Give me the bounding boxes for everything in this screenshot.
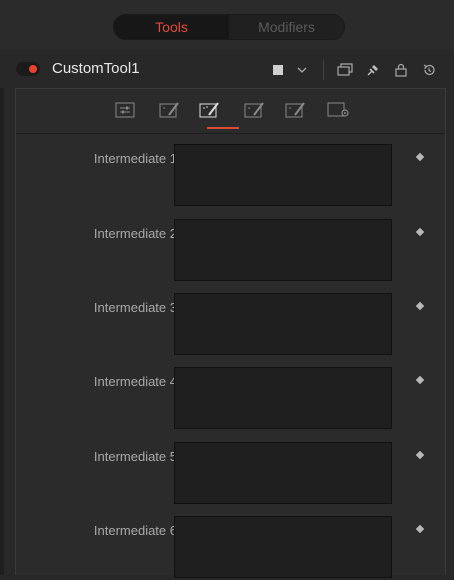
header-icons	[261, 60, 440, 80]
panel-tabs	[16, 89, 445, 134]
tool-enable-toggle[interactable]	[16, 62, 40, 76]
color-swatch-icon[interactable]	[267, 60, 289, 80]
intermediate-tab-1[interactable]	[157, 99, 183, 121]
intermediate-1-input[interactable]	[174, 144, 392, 206]
intermediate-5-input[interactable]	[174, 442, 392, 504]
field-label: Intermediate 4	[93, 374, 177, 389]
keyframe-diamond-icon[interactable]	[415, 152, 425, 162]
field-row: Intermediate 6	[16, 516, 445, 580]
intermediate-tab-2[interactable]	[197, 99, 223, 121]
field-row: Intermediate 2	[16, 219, 445, 283]
field-row: Intermediate 4	[16, 367, 445, 431]
left-edge	[0, 88, 4, 575]
lock-icon[interactable]	[390, 60, 412, 80]
controls-tab[interactable]	[112, 99, 138, 121]
intermediate-3-input[interactable]	[174, 293, 392, 355]
top-bar: Tools Modifiers	[0, 0, 454, 50]
copy-window-icon[interactable]	[334, 60, 356, 80]
keyframe-diamond-icon[interactable]	[415, 375, 425, 385]
intermediate-4-input[interactable]	[174, 367, 392, 429]
chevron-down-icon[interactable]	[291, 60, 313, 80]
intermediate-2-input[interactable]	[174, 219, 392, 281]
field-label: Intermediate 5	[93, 449, 177, 464]
field-label: Intermediate 3	[93, 300, 177, 315]
tool-name: CustomTool1	[52, 60, 140, 77]
field-row: Intermediate 5	[16, 442, 445, 506]
field-label: Intermediate 2	[93, 226, 177, 241]
inspector-panel: Intermediate 1 Intermediate 2 Intermedia…	[15, 88, 446, 578]
tool-header: CustomTool1	[0, 50, 454, 88]
tools-tab[interactable]: Tools	[114, 15, 229, 39]
field-row: Intermediate 3	[16, 293, 445, 357]
keyframe-diamond-icon[interactable]	[415, 450, 425, 460]
intermediate-6-input[interactable]	[174, 516, 392, 578]
active-tab-indicator	[207, 127, 239, 129]
keyframe-diamond-icon[interactable]	[415, 524, 425, 534]
intermediate-tab-3[interactable]	[242, 99, 268, 121]
field-label: Intermediate 1	[93, 151, 177, 166]
reset-icon[interactable]	[418, 60, 440, 80]
tools-modifiers-switch: Tools Modifiers	[113, 14, 345, 40]
field-label: Intermediate 6	[93, 523, 177, 538]
intermediate-tab-4[interactable]	[283, 99, 309, 121]
header-separator	[323, 60, 324, 80]
modifiers-tab[interactable]: Modifiers	[229, 15, 344, 39]
field-row: Intermediate 1	[16, 144, 445, 208]
pin-icon[interactable]	[362, 60, 384, 80]
keyframe-diamond-icon[interactable]	[415, 227, 425, 237]
keyframe-diamond-icon[interactable]	[415, 301, 425, 311]
settings-tab[interactable]	[326, 99, 352, 121]
